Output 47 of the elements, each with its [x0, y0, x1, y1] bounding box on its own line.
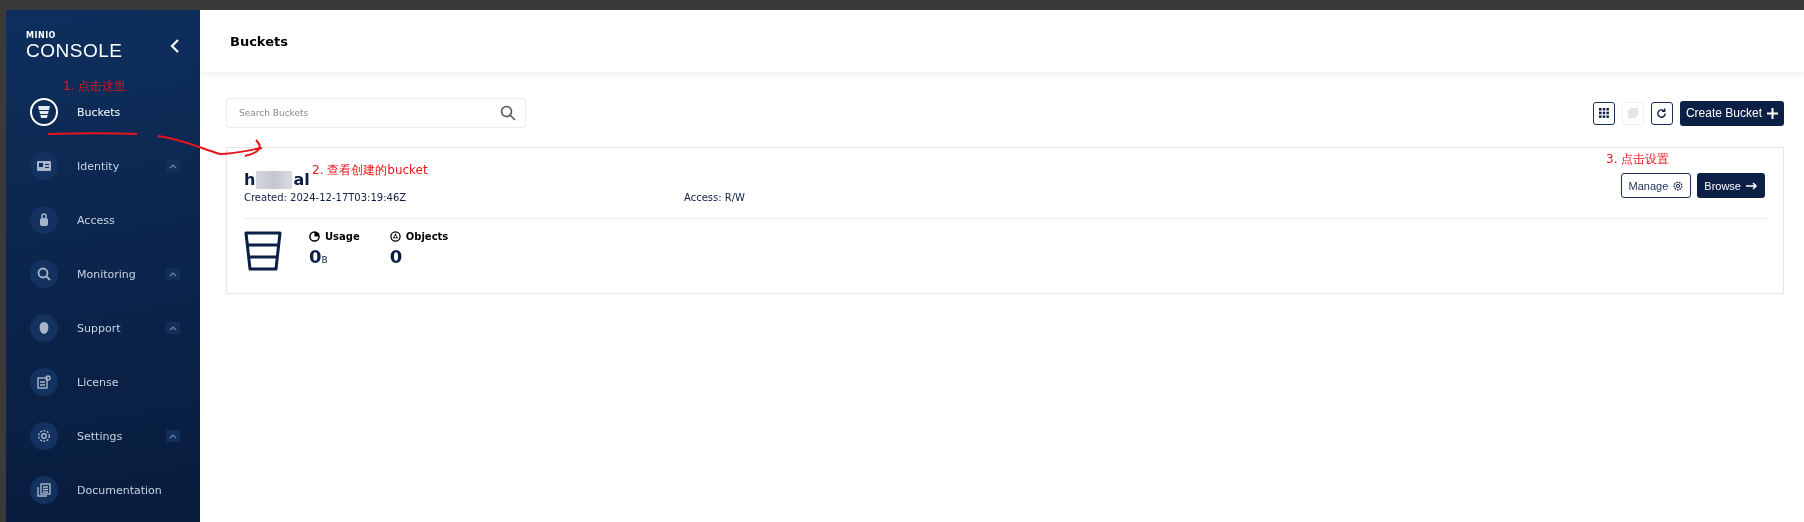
search-field[interactable]: Search Buckets: [226, 98, 526, 128]
documents-icon: [37, 483, 51, 497]
annotation-text: 1. 点击这里: [63, 78, 127, 95]
bucket-icon: [37, 105, 51, 119]
grid-icon: [1598, 108, 1609, 118]
id-card-icon: [37, 159, 51, 173]
search-icon: [500, 105, 516, 121]
access-label: Access: R/W: [684, 192, 745, 203]
chevron-up-icon[interactable]: [166, 430, 180, 442]
usage-value: 0B: [309, 246, 329, 267]
browse-button[interactable]: Browse: [1697, 173, 1765, 198]
chevron-up-icon[interactable]: [166, 322, 180, 334]
chevron-up-icon[interactable]: [166, 268, 180, 280]
sidebar-item[interactable]: License: [6, 355, 200, 409]
sidebar-item[interactable]: Support: [6, 301, 200, 355]
refresh-icon: [1656, 107, 1668, 119]
bucket-icon: [244, 231, 282, 271]
objects-icon: [389, 231, 401, 242]
grid-view-button[interactable]: [1592, 101, 1615, 125]
usage-label: Usage: [325, 231, 360, 242]
collapse-icon[interactable]: [170, 39, 180, 53]
logo: MINIO CONSOLE: [26, 32, 123, 60]
objects-label: Objects: [405, 231, 449, 242]
search-icon: [37, 267, 51, 281]
pie-icon: [309, 231, 320, 242]
lock-icon: [37, 213, 51, 227]
shield-icon: [37, 321, 51, 335]
settings-icon: [1673, 180, 1684, 191]
sidebar-item[interactable]: Settings: [6, 409, 200, 463]
objects-value: 0: [389, 246, 404, 267]
sidebar-item[interactable]: Identity: [6, 139, 200, 193]
document-icon: [37, 375, 51, 389]
annotation-text: 2. 查看创建的bucket: [312, 162, 428, 179]
create-bucket-button[interactable]: Create Bucket: [1679, 100, 1784, 126]
plus-icon: [1767, 107, 1778, 119]
sidebar-item[interactable]: Documentation: [6, 463, 200, 517]
page-title: Buckets: [230, 33, 288, 49]
sidebar-item[interactable]: Monitoring: [6, 247, 200, 301]
annotation-text: 3. 点击设置: [1606, 151, 1670, 168]
created-date: Created: 2024-12-17T03:19:46Z: [244, 192, 408, 203]
copy-icon: [1627, 108, 1638, 118]
manage-button[interactable]: Manage: [1620, 173, 1692, 198]
settings-icon: [37, 429, 51, 443]
refresh-button[interactable]: [1650, 101, 1673, 125]
arrow-right-icon: [1746, 181, 1758, 190]
chevron-up-icon[interactable]: [166, 160, 180, 172]
sidebar-item[interactable]: Access: [6, 193, 200, 247]
